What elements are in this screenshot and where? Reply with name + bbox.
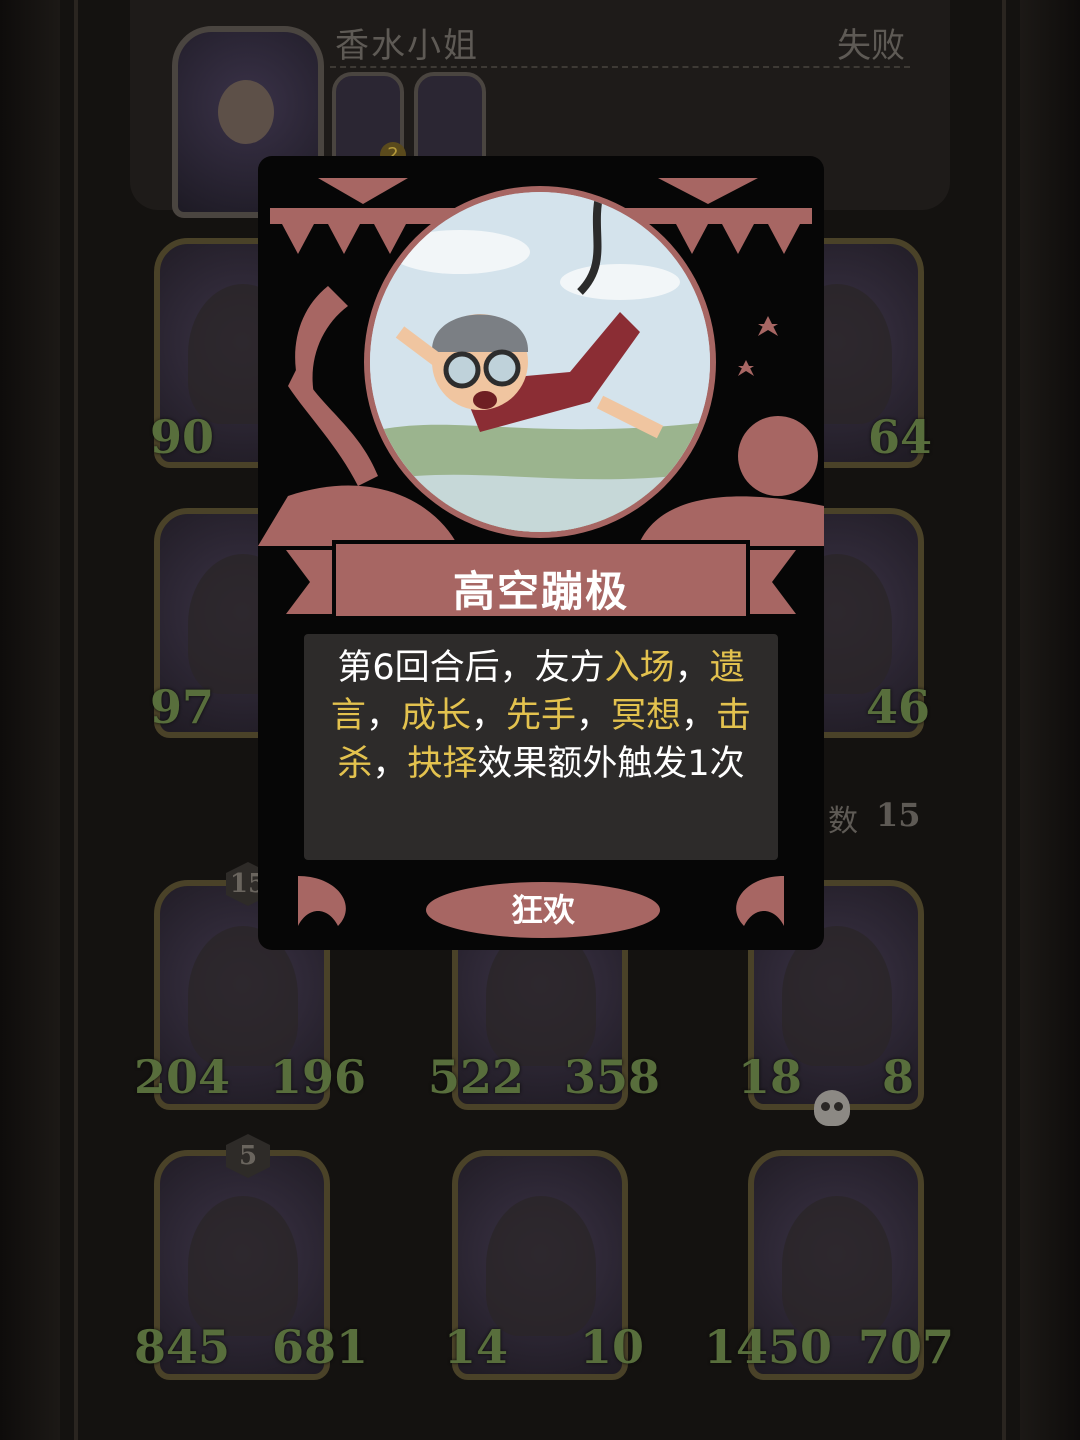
attack-stat: 90 — [150, 410, 215, 464]
card-tag: 狂欢 — [426, 882, 660, 938]
keyword: 先手 — [505, 696, 576, 736]
attack-stat: 18 — [738, 1050, 803, 1104]
keyword: 冥想 — [611, 696, 682, 736]
attack-stat: 14 — [444, 1320, 509, 1374]
health-stat: 64 — [868, 410, 933, 464]
left-rail — [74, 0, 78, 1440]
card-title: 高空蹦极 — [452, 567, 629, 616]
keyword: 入场 — [604, 648, 675, 688]
health-stat: 681 — [272, 1320, 369, 1374]
count-label: 数 — [828, 804, 858, 839]
keyword: 抉择 — [407, 744, 478, 784]
mini-card[interactable]: 2 — [332, 72, 406, 168]
divider — [330, 66, 910, 68]
health-stat: 358 — [564, 1050, 661, 1104]
player-name: 香水小姐 — [335, 26, 479, 66]
attack-stat: 522 — [428, 1050, 525, 1104]
health-stat: 8 — [882, 1050, 915, 1104]
attack-stat: 845 — [134, 1320, 231, 1374]
count-value: 15 — [876, 796, 921, 834]
right-rail — [1002, 0, 1006, 1440]
bungee-jumper-image — [370, 192, 710, 532]
mini-card[interactable] — [414, 72, 486, 164]
attack-stat: 204 — [134, 1050, 231, 1104]
left-frame — [0, 0, 60, 1440]
health-stat: 46 — [866, 680, 931, 734]
attack-stat: 97 — [150, 680, 215, 734]
keyword: 成长 — [400, 696, 471, 736]
right-frame — [1020, 0, 1080, 1440]
battle-result: 失败 — [837, 26, 905, 66]
skull-icon — [814, 1090, 850, 1126]
health-stat: 10 — [580, 1320, 645, 1374]
attack-stat: 1450 — [704, 1320, 833, 1374]
card-description: 第6回合后，友方入场，遗言，成长，先手，冥想，击杀，抉择效果额外触发1次 — [330, 648, 752, 784]
health-stat: 707 — [858, 1320, 955, 1374]
trinket-card-popup[interactable]: 高空蹦极 第6回合后，友方入场，遗言，成长，先手，冥想，击杀，抉择效果额外触发1… — [258, 156, 824, 950]
health-stat: 196 — [270, 1050, 367, 1104]
